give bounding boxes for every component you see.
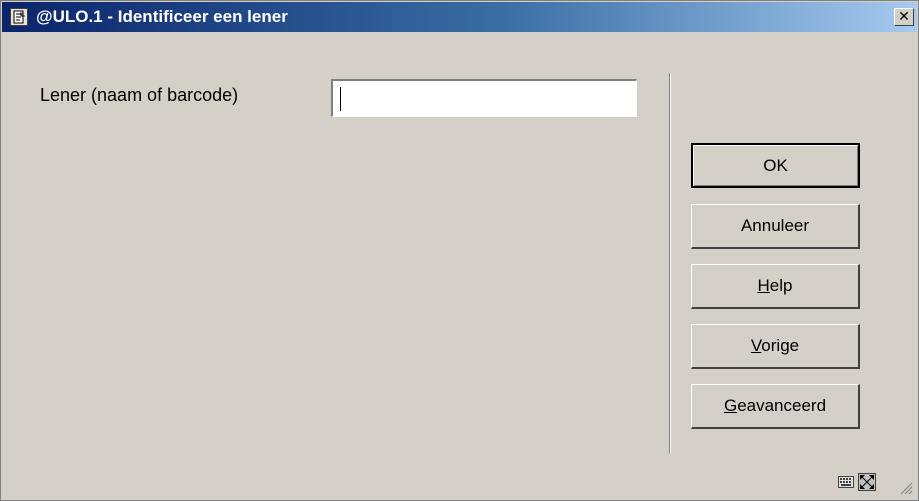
geavanceerd-rest: eavanceerd bbox=[737, 396, 827, 415]
vorige-button-label: Vorige bbox=[692, 325, 858, 367]
window-title: @ULO.1 - Identificeer een lener bbox=[36, 7, 288, 26]
help-rest: elp bbox=[769, 276, 793, 295]
geavanceerd-button[interactable]: Geavanceerd bbox=[691, 384, 860, 429]
geavanceerd-button-label: Geavanceerd bbox=[692, 385, 858, 427]
annuleer-button[interactable]: Annuleer bbox=[691, 204, 860, 249]
annuleer-button-label: Annuleer bbox=[740, 216, 810, 235]
help-button[interactable]: Help bbox=[691, 264, 860, 309]
vertical-divider bbox=[669, 73, 671, 453]
title-bar[interactable]: @ULO.1 - Identificeer een lener ✕ bbox=[2, 2, 917, 32]
ok-button[interactable]: OK bbox=[691, 143, 860, 188]
keyboard-icon[interactable] bbox=[838, 475, 854, 488]
dialog-window: @ULO.1 - Identificeer een lener ✕ Lener … bbox=[0, 0, 919, 501]
fullscreen-icon[interactable] bbox=[858, 473, 876, 491]
text-caret bbox=[340, 87, 341, 111]
vorige-accel: V bbox=[750, 336, 762, 355]
vorige-rest: orige bbox=[761, 336, 800, 355]
help-accel: H bbox=[757, 276, 770, 295]
help-button-label: Help bbox=[692, 265, 858, 307]
ok-button-label: OK bbox=[763, 156, 788, 175]
geavanceerd-accel: G bbox=[723, 396, 738, 415]
lener-label: Lener (naam of barcode) bbox=[40, 85, 239, 105]
vorige-button[interactable]: Vorige bbox=[691, 324, 860, 369]
close-icon[interactable]: ✕ bbox=[894, 8, 914, 26]
resize-grip-icon[interactable] bbox=[899, 481, 913, 495]
lener-input[interactable] bbox=[331, 79, 637, 117]
document-icon bbox=[10, 8, 28, 26]
